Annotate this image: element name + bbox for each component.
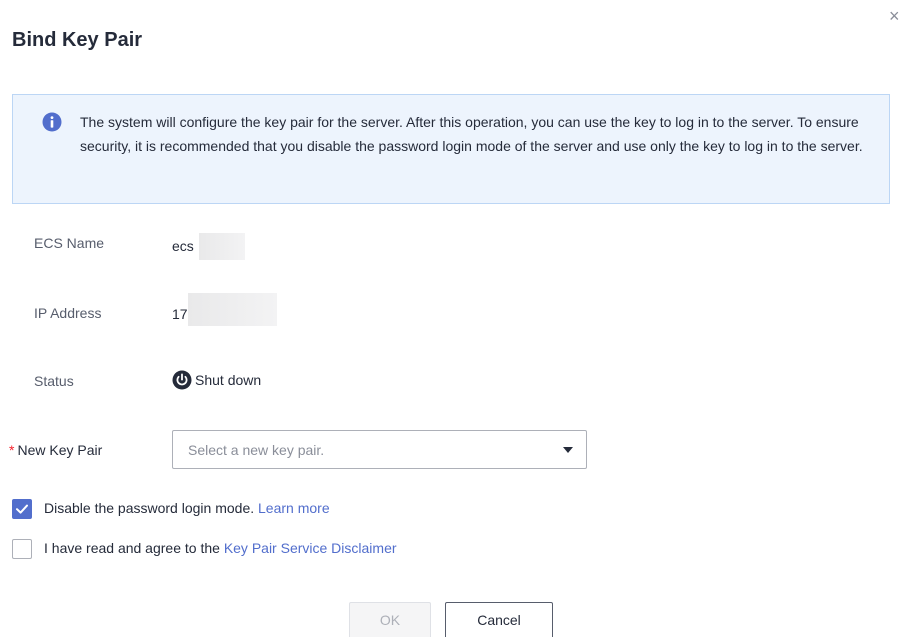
info-icon (42, 112, 62, 132)
redacted-mask (199, 233, 245, 260)
info-text: The system will configure the key pair f… (80, 114, 863, 154)
disable-password-checkbox[interactable] (12, 499, 32, 519)
cancel-button[interactable]: Cancel (445, 602, 553, 637)
disable-password-text: Disable the password login mode. (44, 500, 255, 516)
learn-more-link[interactable]: Learn more (258, 500, 330, 516)
key-pair-select[interactable]: Select a new key pair. (172, 430, 587, 469)
checkmark-icon (16, 504, 28, 514)
disable-password-label: Disable the password login mode. Learn m… (44, 498, 330, 518)
key-pair-select-placeholder: Select a new key pair. (188, 442, 325, 458)
dialog-title: Bind Key Pair (12, 29, 143, 51)
power-icon (172, 370, 192, 390)
status-text: Shut down (195, 372, 262, 388)
ip-address-label: IP Address (34, 305, 102, 321)
chevron-down-icon (563, 447, 573, 453)
disclaimer-link[interactable]: Key Pair Service Disclaimer (224, 540, 397, 556)
info-alert: The system will configure the key pair f… (12, 94, 890, 204)
new-key-pair-label: * New Key Pair (9, 440, 102, 460)
redacted-mask (188, 293, 277, 326)
ecs-name-label: ECS Name (34, 235, 105, 251)
agree-disclaimer-checkbox[interactable] (12, 539, 32, 559)
required-marker: * (9, 442, 15, 458)
status-value: Shut down (172, 368, 261, 392)
agree-disclaimer-text: I have read and agree to the (44, 540, 220, 556)
ip-address-value: 17 (172, 306, 188, 322)
status-label: Status (34, 373, 74, 389)
ecs-name-value: ecs (172, 238, 194, 254)
bind-key-pair-dialog: × Bind Key Pair The system will configur… (0, 0, 903, 637)
ok-button[interactable]: OK (349, 602, 431, 637)
agree-disclaimer-label: I have read and agree to the Key Pair Se… (44, 538, 397, 558)
new-key-pair-label-text: New Key Pair (17, 442, 103, 458)
close-icon[interactable]: × (889, 6, 903, 26)
